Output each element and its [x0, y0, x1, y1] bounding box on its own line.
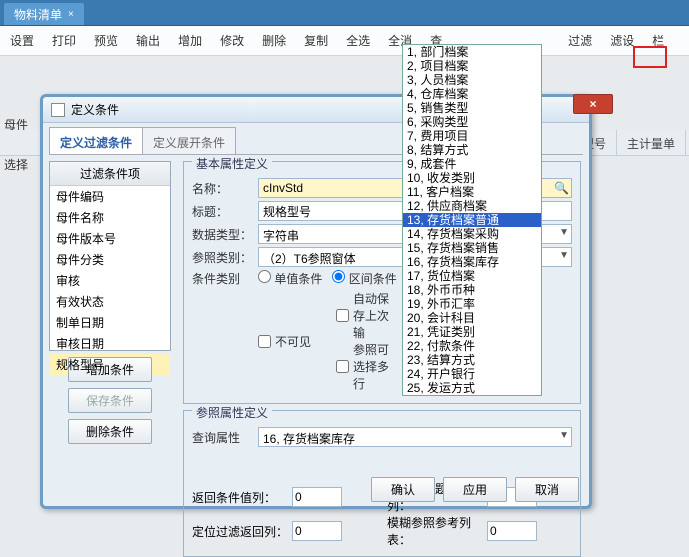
- chevron-down-icon: ▼: [559, 430, 569, 441]
- tab-filter-cond[interactable]: 定义过滤条件: [49, 127, 143, 154]
- tab-expand-cond[interactable]: 定义展开条件: [142, 127, 236, 154]
- toolbar: 设置打印预览输出增加修改删除复制全选全消查过滤滤设栏: [0, 26, 689, 56]
- menu-设置[interactable]: 设置: [2, 28, 42, 53]
- chk-multi[interactable]: 参照可选择多行: [336, 341, 398, 392]
- menu-item16[interactable]: [542, 37, 558, 45]
- archive-dropdown[interactable]: 1, 部门档案2, 项目档案3, 人员档案4, 仓库档案5, 销售类型6, 采购…: [402, 44, 542, 396]
- dialog-footer: 确认 应用 取消: [371, 477, 579, 502]
- dropdown-option[interactable]: 24, 开户银行: [403, 367, 541, 381]
- lbl-locret: 定位过滤返回列：: [192, 523, 288, 540]
- dropdown-option[interactable]: 9, 成套件: [403, 157, 541, 171]
- delete-condition-button[interactable]: 删除条件: [68, 419, 152, 444]
- query-attr-select[interactable]: 16, 存货档案库存▼: [258, 427, 572, 447]
- lbl-rtype: 参照类别：: [192, 249, 254, 266]
- ok-button[interactable]: 确认: [371, 477, 435, 502]
- menu-预览[interactable]: 预览: [86, 28, 126, 53]
- retcol-input[interactable]: [292, 487, 342, 507]
- menu-复制[interactable]: 复制: [296, 28, 336, 53]
- dropdown-option[interactable]: 8, 结算方式: [403, 143, 541, 157]
- locret-input[interactable]: [292, 521, 342, 541]
- save-condition-button: 保存条件: [68, 388, 152, 413]
- dropdown-option[interactable]: 22, 付款条件: [403, 339, 541, 353]
- menu-全选[interactable]: 全选: [338, 28, 378, 53]
- dropdown-option[interactable]: 14, 存货档案采购: [403, 227, 541, 241]
- menu-输出[interactable]: 输出: [128, 28, 168, 53]
- dropdown-option[interactable]: 12, 供应商档案: [403, 199, 541, 213]
- list-item[interactable]: 母件分类: [50, 249, 170, 270]
- dropdown-option[interactable]: 25, 发运方式: [403, 381, 541, 395]
- chk-hidden[interactable]: 不可见: [258, 290, 320, 392]
- lbl-retcol: 返回条件值列：: [192, 489, 288, 506]
- dropdown-option[interactable]: 4, 仓库档案: [403, 87, 541, 101]
- cancel-button[interactable]: 取消: [515, 477, 579, 502]
- dropdown-option[interactable]: 13, 存货档案普通: [403, 213, 541, 227]
- list-item[interactable]: 审核日期: [50, 333, 170, 354]
- lbl-ctype: 条件类别: [192, 270, 254, 287]
- chevron-down-icon: ▼: [559, 250, 569, 261]
- list-item[interactable]: 审核: [50, 270, 170, 291]
- search-icon[interactable]: 🔍: [554, 181, 569, 195]
- dropdown-option[interactable]: 6, 采购类型: [403, 115, 541, 129]
- dropdown-option[interactable]: 17, 货位档案: [403, 269, 541, 283]
- dropdown-option[interactable]: 26, 客户分类: [403, 395, 541, 396]
- dialog-close-button[interactable]: ×: [573, 94, 613, 114]
- list-item[interactable]: 有效状态: [50, 291, 170, 312]
- dropdown-option[interactable]: 15, 存货档案销售: [403, 241, 541, 255]
- chevron-down-icon: ▼: [559, 227, 569, 238]
- radio-single[interactable]: 单值条件: [258, 270, 322, 287]
- dropdown-option[interactable]: 18, 外币币种: [403, 283, 541, 297]
- menu-修改[interactable]: 修改: [212, 28, 252, 53]
- dropdown-option[interactable]: 21, 凭证类别: [403, 325, 541, 339]
- lbl-fuzzy: 模糊参照参考列表：: [387, 514, 483, 548]
- lbl-title: 标题：: [192, 203, 254, 220]
- document-tabs: 物料清单 ×: [0, 0, 689, 26]
- dropdown-option[interactable]: 7, 费用项目: [403, 129, 541, 143]
- dropdown-option[interactable]: 20, 会计科目: [403, 311, 541, 325]
- tab-material-list[interactable]: 物料清单 ×: [4, 3, 84, 25]
- dropdown-option[interactable]: 1, 部门档案: [403, 45, 541, 59]
- dropdown-option[interactable]: 3, 人员档案: [403, 73, 541, 87]
- lbl-qattr: 查询属性: [192, 429, 254, 446]
- menu-增加[interactable]: 增加: [170, 28, 210, 53]
- fuzzy-input[interactable]: [487, 521, 537, 541]
- list-item[interactable]: 制单日期: [50, 312, 170, 333]
- menu-删除[interactable]: 删除: [254, 28, 294, 53]
- condition-list-header: 过滤条件项: [50, 162, 170, 186]
- dialog-title: 定义条件: [71, 101, 119, 118]
- dialog-icon: [51, 103, 65, 117]
- apply-button[interactable]: 应用: [443, 477, 507, 502]
- col-uom[interactable]: 主计量单: [617, 130, 686, 155]
- dropdown-option[interactable]: 16, 存货档案库存: [403, 255, 541, 269]
- dropdown-option[interactable]: 2, 项目档案: [403, 59, 541, 73]
- dropdown-option[interactable]: 10, 收发类别: [403, 171, 541, 185]
- lbl-dtype: 数据类型：: [192, 226, 254, 243]
- dropdown-option[interactable]: 11, 客户档案: [403, 185, 541, 199]
- condition-list[interactable]: 过滤条件项 母件编码母件名称母件版本号母件分类审核有效状态制单日期审核日期规格型…: [49, 161, 171, 351]
- dropdown-option[interactable]: 23, 结算方式: [403, 353, 541, 367]
- tab-label: 物料清单: [14, 6, 62, 23]
- radio-range[interactable]: 区间条件: [332, 270, 396, 287]
- list-item[interactable]: 母件名称: [50, 207, 170, 228]
- menu-栏[interactable]: 栏: [644, 28, 672, 53]
- list-item[interactable]: 母件版本号: [50, 228, 170, 249]
- lbl-name: 名称：: [192, 180, 254, 197]
- list-item[interactable]: 母件编码: [50, 186, 170, 207]
- close-icon[interactable]: ×: [68, 9, 74, 20]
- menu-过滤[interactable]: 过滤: [560, 28, 600, 53]
- dropdown-option[interactable]: 5, 销售类型: [403, 101, 541, 115]
- menu-滤设[interactable]: 滤设: [602, 28, 642, 53]
- left-column: 过滤条件项 母件编码母件名称母件版本号母件分类审核有效状态制单日期审核日期规格型…: [45, 157, 175, 502]
- menu-打印[interactable]: 打印: [44, 28, 84, 53]
- chk-autosave[interactable]: 自动保存上次输: [336, 290, 398, 341]
- dropdown-option[interactable]: 19, 外币汇率: [403, 297, 541, 311]
